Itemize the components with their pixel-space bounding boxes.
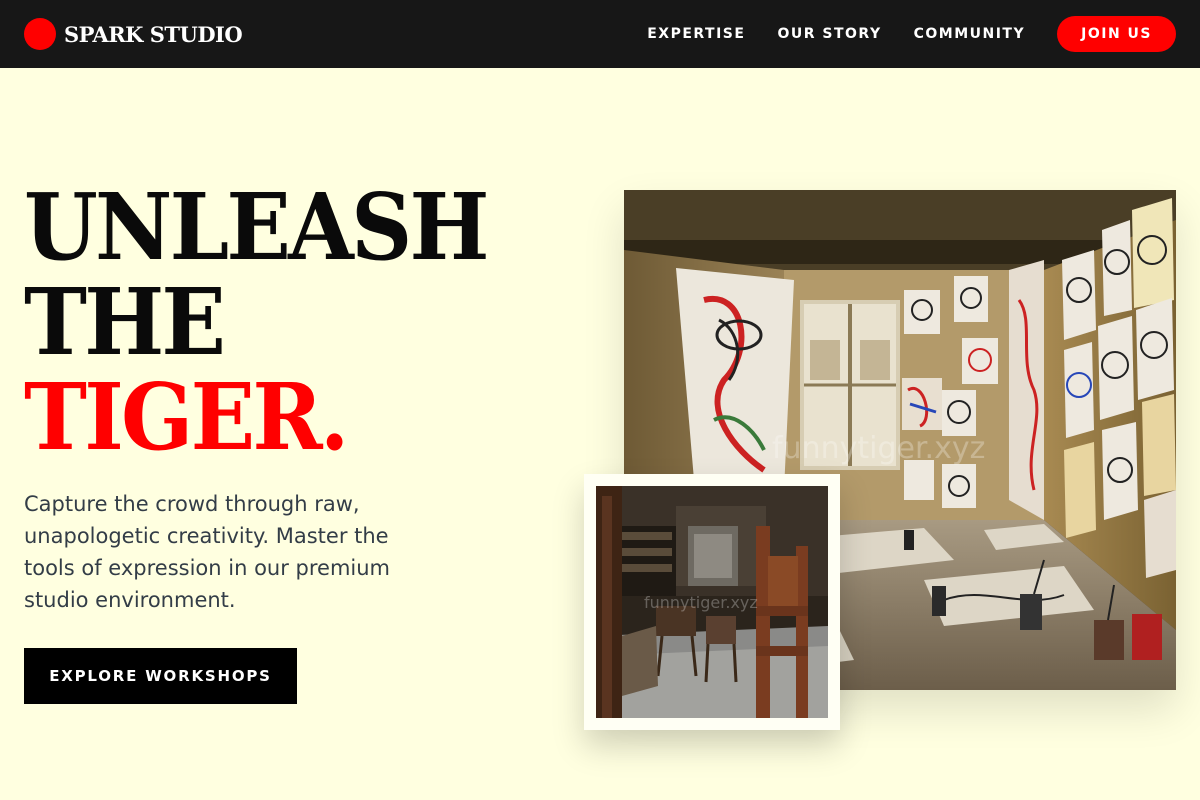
brand-name: SPARK STUDIO	[64, 21, 243, 47]
workshop-photo-frame: funnytiger.xyz	[584, 474, 840, 730]
nav-link-community[interactable]: COMMUNITY	[914, 26, 1026, 42]
nav-link-expertise[interactable]: EXPERTISE	[647, 26, 745, 42]
nav-link-our-story[interactable]: OUR STORY	[777, 26, 881, 42]
nav-links: EXPERTISE OUR STORY COMMUNITY JOIN US	[647, 16, 1176, 52]
headline-line-2: THE	[24, 268, 226, 376]
join-us-button[interactable]: JOIN US	[1057, 16, 1176, 52]
logo-circle-icon	[24, 18, 56, 50]
hero-subcopy: Capture the crowd through raw, unapologe…	[24, 492, 391, 612]
workshop-easels-photo-icon: funnytiger.xyz	[596, 486, 828, 718]
workshop-photo: funnytiger.xyz	[596, 486, 828, 718]
brand-logo[interactable]: SPARK STUDIO	[24, 18, 243, 50]
top-nav: SPARK STUDIO EXPERTISE OUR STORY COMMUNI…	[0, 0, 1200, 68]
headline-line-1: UNLEASH	[24, 173, 489, 281]
headline-line-3: TIGER.	[24, 363, 349, 471]
explore-workshops-button[interactable]: EXPLORE WORKSHOPS	[24, 648, 297, 704]
secondary-watermark: funnytiger.xyz	[644, 593, 758, 612]
hero-headline: UNLEASH THE TIGER.	[24, 173, 489, 471]
main-watermark: funnytiger.xyz	[772, 431, 985, 466]
